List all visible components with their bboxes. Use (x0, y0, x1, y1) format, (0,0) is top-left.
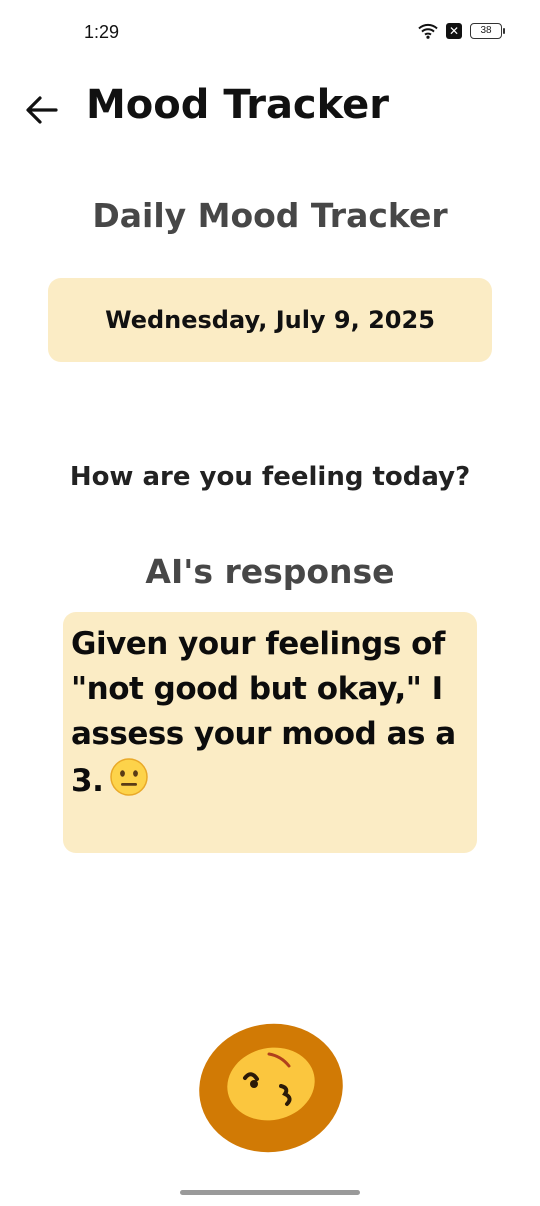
battery-level: 38 (480, 25, 492, 36)
status-bar: 1:29 ✕ 38 (0, 0, 540, 70)
battery-icon: 38 (470, 23, 505, 39)
app-bar: Mood Tracker (0, 70, 540, 146)
wifi-icon (418, 23, 438, 39)
tracker-heading: Daily Mood Tracker (92, 196, 448, 235)
mood-emoji-button[interactable] (197, 1022, 345, 1154)
status-icons: ✕ 38 (418, 23, 505, 39)
mood-question: How are you feeling today? (69, 462, 471, 492)
status-time: 1:29 (84, 22, 120, 42)
no-sim-icon: ✕ (446, 23, 462, 39)
ai-response-heading: AI's response (145, 552, 395, 591)
back-button[interactable] (20, 88, 64, 132)
arrow-left-icon (26, 96, 58, 124)
home-indicator[interactable] (180, 1190, 360, 1195)
ai-response-card: Given your feelings of "not good but oka… (63, 612, 477, 853)
date-card: Wednesday, July 9, 2025 (48, 278, 492, 362)
current-date: Wednesday, July 9, 2025 (105, 306, 435, 334)
neutral-face-icon (109, 757, 149, 810)
ai-response-body: Given your feelings of "not good but oka… (71, 622, 471, 810)
page-title: Mood Tracker (86, 82, 390, 128)
